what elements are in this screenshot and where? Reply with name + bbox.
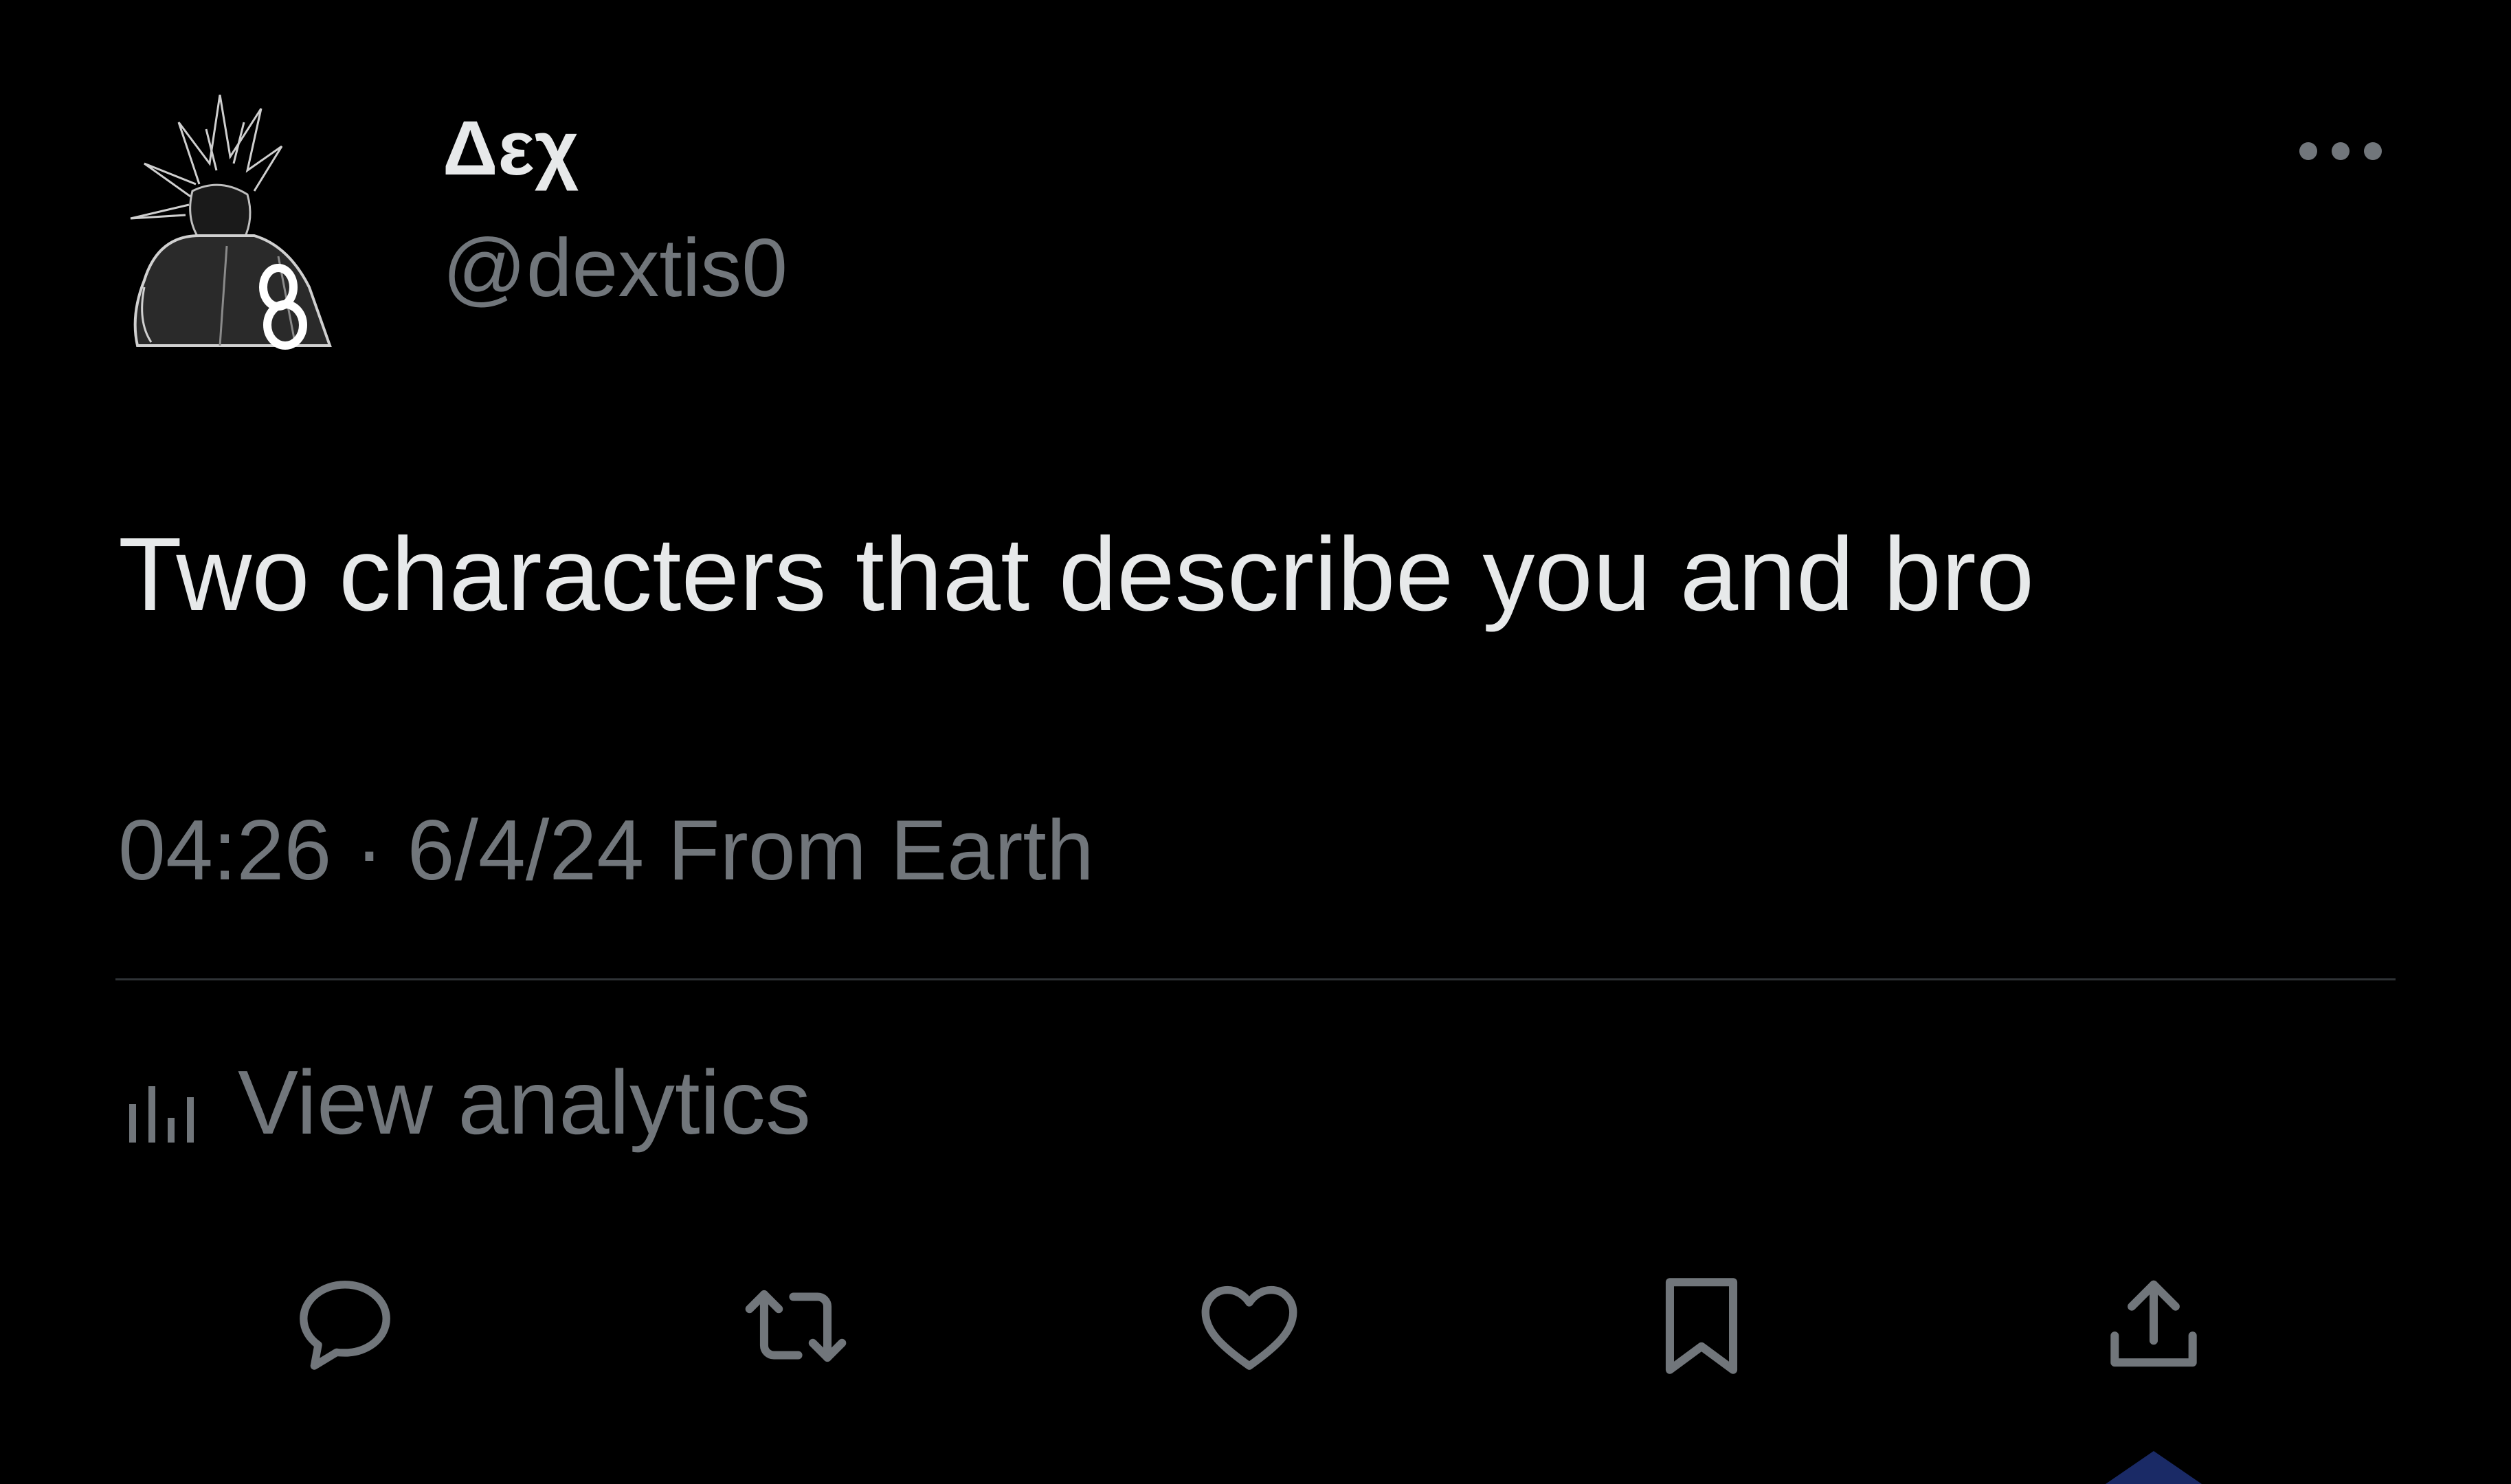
tweet-timestamp[interactable]: 04:26 · 6/4/24 From Earth (118, 808, 1094, 893)
view-analytics-link[interactable]: View analytics (128, 1051, 811, 1154)
like-button[interactable] (1187, 1264, 1311, 1388)
like-icon (1201, 1285, 1297, 1370)
analytics-bar-icon (129, 1086, 194, 1143)
user-handle[interactable]: @dextis0 (443, 227, 788, 309)
repost-icon (745, 1290, 847, 1362)
more-options-button[interactable] (2286, 131, 2396, 172)
view-analytics-label: View analytics (238, 1052, 811, 1153)
tweet-text: Two characters that describe you and bro (118, 516, 2035, 633)
more-horizontal-icon (2332, 142, 2350, 160)
bookmark-button[interactable] (1640, 1264, 1763, 1388)
more-horizontal-icon (2364, 142, 2382, 160)
share-button[interactable] (2092, 1264, 2216, 1388)
reply-icon (300, 1281, 390, 1370)
anime-character-avatar-icon (130, 94, 332, 350)
more-horizontal-icon (2299, 142, 2317, 160)
active-tab-indicator (2106, 1451, 2202, 1484)
bookmark-icon (1665, 1278, 1738, 1374)
divider (115, 978, 2396, 980)
display-name[interactable]: Δεχ (443, 110, 579, 187)
repost-button[interactable] (734, 1264, 858, 1388)
reply-button[interactable] (283, 1264, 407, 1388)
share-icon (2110, 1280, 2197, 1367)
avatar[interactable] (117, 81, 337, 356)
